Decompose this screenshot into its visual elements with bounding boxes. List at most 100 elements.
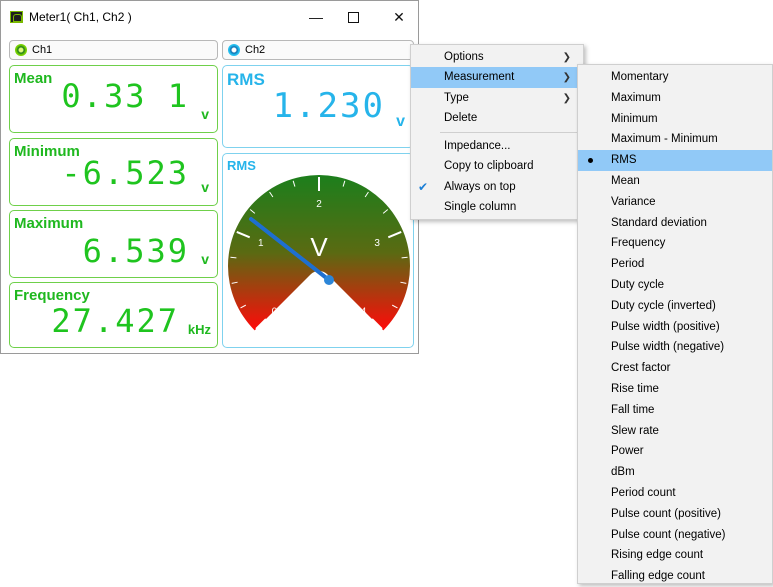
menu-item-copy-label: Copy to clipboard <box>444 160 534 172</box>
channel-ch1-bar[interactable]: Ch1 <box>9 40 218 60</box>
measurement-item[interactable]: Maximum - Minimum <box>578 129 772 150</box>
measurement-item[interactable]: Pulse width (negative) <box>578 337 772 358</box>
mean-panel[interactable]: Mean 0.33 1 v <box>9 65 218 133</box>
minimum-unit: v <box>201 179 209 195</box>
measurement-item-label: Minimum <box>611 112 658 125</box>
close-button[interactable]: ✕ <box>383 5 415 29</box>
mean-label: Mean <box>14 70 53 87</box>
measurement-item-label: Mean <box>611 175 640 187</box>
measurement-item[interactable]: Mean <box>578 171 772 192</box>
minimum-value: -6.523 <box>61 154 189 192</box>
menu-item-measurement-label: Measurement <box>444 71 515 83</box>
menu-item-delete[interactable]: Delete <box>411 108 583 129</box>
menu-item-options[interactable]: Options ❯ <box>411 47 583 68</box>
measurement-item[interactable]: Rising edge count <box>578 545 772 566</box>
menu-item-impedance[interactable]: Impedance... <box>411 136 583 157</box>
mean-unit: v <box>201 106 209 122</box>
measurement-item[interactable]: Pulse width (positive) <box>578 317 772 338</box>
selected-bullet-icon <box>588 158 593 164</box>
measurement-item-label: Power <box>611 445 644 458</box>
ch1-indicator-icon <box>15 44 27 56</box>
measurement-item[interactable]: RMS <box>578 150 772 172</box>
minimize-button[interactable]: — <box>300 5 332 29</box>
rms-gauge-panel[interactable]: RMS 01234 V <box>222 153 414 348</box>
measurement-item[interactable]: Pulse count (negative) <box>578 525 772 546</box>
mean-value: 0.33 1 <box>61 77 189 115</box>
measurement-item-label: Crest factor <box>611 362 671 375</box>
measurement-item[interactable]: Power <box>578 441 772 462</box>
measurement-item[interactable]: Fall time <box>578 400 772 421</box>
menu-item-single-column[interactable]: Single column <box>411 197 583 218</box>
minimum-panel[interactable]: Minimum -6.523 v <box>9 138 218 206</box>
menu-item-always-on-top[interactable]: ✔ Always on top <box>411 177 583 198</box>
measurement-item[interactable]: Crest factor <box>578 358 772 379</box>
measurement-item[interactable]: Duty cycle (inverted) <box>578 296 772 317</box>
maximum-unit: v <box>201 251 209 267</box>
menu-item-type[interactable]: Type ❯ <box>411 88 583 109</box>
menu-item-single-column-label: Single column <box>444 201 517 213</box>
measurement-item-label: RMS <box>611 154 637 167</box>
channel-ch2-bar[interactable]: Ch2 <box>222 40 414 60</box>
measurement-item[interactable]: Duty cycle <box>578 275 772 296</box>
measurement-item-label: Pulse count (positive) <box>611 507 721 520</box>
measurement-item-label: Momentary <box>611 71 669 83</box>
measurement-item[interactable]: Slew rate <box>578 421 772 442</box>
maximum-panel[interactable]: Maximum 6.539 v <box>9 210 218 278</box>
gauge-tick-label: 0 <box>272 307 278 318</box>
checkmark-icon: ✔ <box>418 180 429 194</box>
rms-label: RMS <box>227 70 265 89</box>
gauge-tick-label: 2 <box>316 199 322 210</box>
rms-gauge: 0 1 2 3 4 V <box>228 175 410 331</box>
measurement-item-label: Standard deviation <box>611 216 707 229</box>
measurement-item-label: Duty cycle (inverted) <box>611 299 716 312</box>
gauge-tick-label: 4 <box>361 307 367 318</box>
measurement-item[interactable]: Period <box>578 254 772 275</box>
frequency-panel[interactable]: Frequency 27.427 kHz <box>9 282 218 348</box>
menu-item-delete-label: Delete <box>444 112 478 124</box>
rms-unit: v <box>396 113 405 130</box>
measurement-item[interactable]: Rise time <box>578 379 772 400</box>
menu-item-type-label: Type <box>444 92 469 104</box>
meter-window: Meter1( Ch1, Ch2 ) — ✕ Ch1 Ch2 Mean 0.33… <box>0 0 419 354</box>
measurement-item-label: Variance <box>611 195 656 208</box>
close-icon: ✕ <box>393 8 405 25</box>
measurement-submenu: Momentary Maximum Minimum Maximum - Minimum… <box>577 64 773 584</box>
ch2-indicator-icon <box>228 44 240 56</box>
chevron-right-icon: ❯ <box>562 93 571 104</box>
measurement-item-label: Period count <box>611 487 676 499</box>
maximum-label: Maximum <box>14 215 84 232</box>
measurement-item-label: Maximum - Minimum <box>611 133 718 146</box>
menu-item-impedance-label: Impedance... <box>444 140 511 152</box>
window-title: Meter1( Ch1, Ch2 ) <box>29 10 132 24</box>
menu-item-always-on-top-label: Always on top <box>444 181 516 193</box>
measurement-item-label: Slew rate <box>611 424 659 437</box>
frequency-unit: kHz <box>187 322 211 337</box>
rms-panel[interactable]: RMS 1.230 v <box>222 65 414 148</box>
gauge-tick-label: 3 <box>374 238 380 249</box>
measurement-item[interactable]: Standard deviation <box>578 213 772 234</box>
menu-item-options-label: Options <box>444 51 484 63</box>
measurement-item[interactable]: Frequency <box>578 233 772 254</box>
needle-hub <box>324 275 334 285</box>
measurement-item-label: Frequency <box>611 237 666 250</box>
maximize-button[interactable] <box>337 5 369 29</box>
measurement-item-label: Maximum <box>611 91 661 104</box>
channel-ch2-label: Ch2 <box>245 44 266 56</box>
title-bar[interactable]: Meter1( Ch1, Ch2 ) — ✕ <box>1 1 418 33</box>
measurement-item[interactable]: dBm <box>578 462 772 483</box>
measurement-item-label: Rising edge count <box>611 549 704 562</box>
measurement-item-label: Pulse width (positive) <box>611 320 720 333</box>
rms-value: 1.230 <box>272 86 385 126</box>
measurement-item[interactable]: Variance <box>578 192 772 213</box>
gauge-unit: V <box>310 232 328 262</box>
frequency-value: 27.427 <box>51 302 179 340</box>
menu-item-measurement[interactable]: Measurement ❯ <box>411 67 583 88</box>
maximize-icon <box>347 11 359 23</box>
measurement-item-label: Rise time <box>611 383 659 395</box>
menu-item-copy-to-clipboard[interactable]: Copy to clipboard <box>411 156 583 177</box>
measurement-item[interactable]: Period count <box>578 483 772 504</box>
measurement-item[interactable]: Momentary <box>578 67 772 88</box>
measurement-item[interactable]: Pulse count (positive) <box>578 504 772 525</box>
measurement-item[interactable]: Maximum <box>578 88 772 109</box>
measurement-item[interactable]: Minimum <box>578 109 772 130</box>
